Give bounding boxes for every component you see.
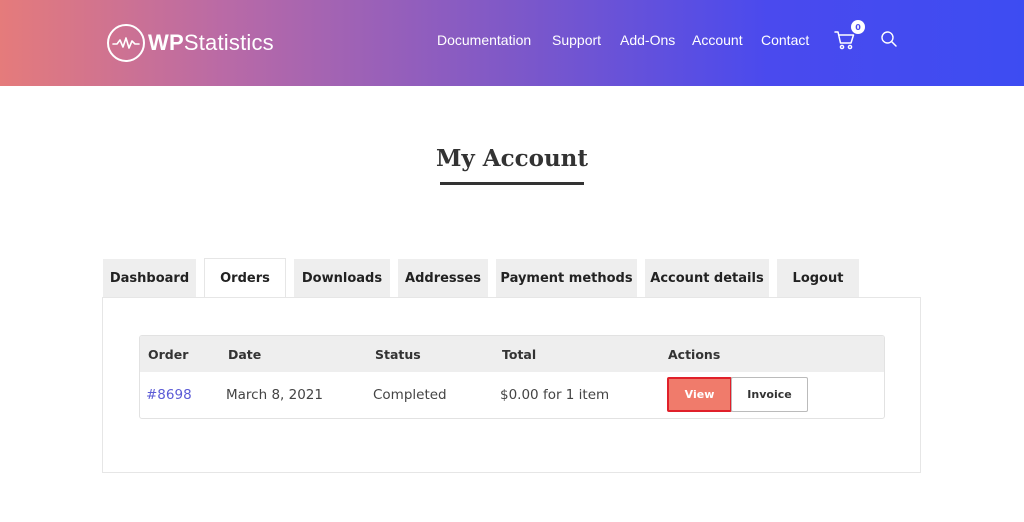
page-title: My Account [435, 145, 589, 172]
search-icon[interactable] [880, 30, 898, 48]
column-total: Total [502, 347, 537, 362]
logo-text: WPStatistics [148, 30, 274, 55]
tab-dashboard[interactable]: Dashboard [103, 259, 196, 297]
nav-contact[interactable]: Contact [761, 32, 809, 48]
tab-logout[interactable]: Logout [777, 259, 859, 297]
cart-count-badge: 0 [851, 20, 865, 34]
table-header: Order Date Status Total Actions [140, 336, 884, 372]
tab-payment-methods[interactable]: Payment methods [496, 259, 637, 297]
tab-orders[interactable]: Orders [204, 258, 286, 298]
nav-support[interactable]: Support [552, 32, 601, 48]
invoice-button[interactable]: Invoice [731, 377, 808, 412]
column-order: Order [148, 347, 189, 362]
order-date: March 8, 2021 [226, 387, 323, 403]
nav-documentation[interactable]: Documentation [437, 32, 531, 48]
view-order-button[interactable]: View [667, 377, 732, 412]
column-date: Date [228, 347, 262, 362]
site-header: WPStatistics Documentation Support Add-O… [0, 0, 1024, 86]
wave-logo-icon [107, 24, 145, 62]
site-logo[interactable]: WPStatistics [107, 24, 274, 62]
column-status: Status [375, 347, 421, 362]
nav-account[interactable]: Account [692, 32, 743, 48]
order-status: Completed [373, 387, 447, 403]
column-actions: Actions [668, 347, 721, 362]
tab-downloads[interactable]: Downloads [294, 259, 390, 297]
nav-add-ons[interactable]: Add-Ons [620, 32, 675, 48]
order-total: $0.00 for 1 item [500, 387, 610, 403]
order-number-link[interactable]: #8698 [146, 387, 192, 403]
tab-addresses[interactable]: Addresses [398, 259, 488, 297]
tab-account-details[interactable]: Account details [645, 259, 769, 297]
title-underline [440, 182, 584, 185]
